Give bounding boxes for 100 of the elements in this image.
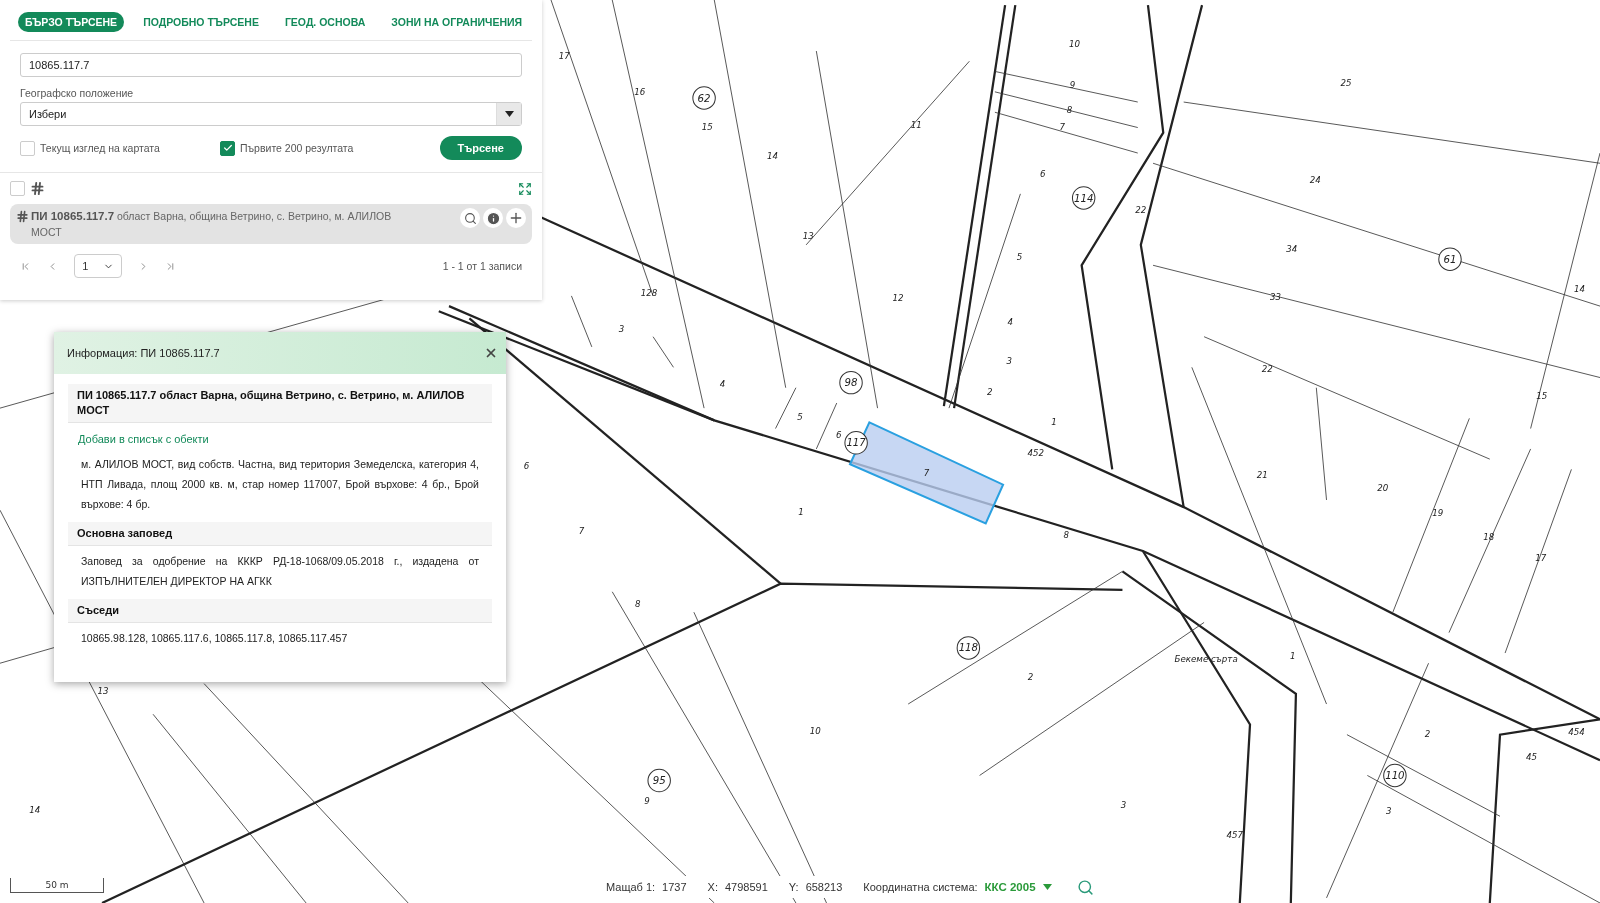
- y-label: Y:: [788, 881, 799, 893]
- parcel-label: 19: [1432, 508, 1444, 519]
- parcel-label: 2: [1424, 728, 1431, 739]
- parcel-label: 9: [1069, 79, 1076, 90]
- checkbox[interactable]: [20, 140, 35, 156]
- scale-bar: 50 m: [10, 878, 104, 893]
- parcel-number-marker: 61: [1438, 247, 1462, 271]
- search-icon[interactable]: [1076, 878, 1094, 896]
- record-count: 1 - 1 от 1 записи: [442, 260, 522, 272]
- dropdown-arrow-icon[interactable]: [1042, 884, 1052, 890]
- crs-label: Координатна система:: [863, 881, 978, 893]
- dropdown-arrow-icon: [504, 111, 514, 117]
- section-title: Съседи: [68, 599, 492, 623]
- parcel-label: 7: [578, 525, 585, 536]
- parcel-label: 17: [558, 51, 570, 62]
- zoom-to-button[interactable]: [460, 208, 480, 228]
- search-button[interactable]: Търсене: [439, 136, 522, 160]
- parcel-label: 1: [1290, 651, 1296, 662]
- checkbox[interactable]: [220, 140, 235, 156]
- checkbox-label: Текущ изглед на картата: [40, 142, 160, 154]
- add-button[interactable]: [506, 208, 526, 228]
- parcel-label: 10: [809, 725, 821, 736]
- y-value: 658213: [805, 881, 843, 893]
- parcel-label: 16: [634, 86, 646, 97]
- parcel-label: 6: [836, 429, 842, 440]
- parcel-label: 452: [1027, 448, 1044, 459]
- parcel-label: 2: [1027, 671, 1034, 682]
- parcel-label: 5: [1016, 252, 1023, 263]
- section-text: 10865.98.128, 10865.117.6, 10865.117.8, 10865.117.457: [80, 631, 349, 646]
- info-button[interactable]: [483, 208, 503, 228]
- select-all-checkbox[interactable]: [10, 181, 25, 196]
- check-icon: [222, 143, 233, 153]
- parcel-label: Бекеме сърта: [1174, 654, 1238, 665]
- parcel-label: 14: [766, 151, 778, 162]
- parcel-label: 6: [523, 461, 530, 472]
- search-tab[interactable]: ГЕОД. ОСНОВА: [277, 12, 373, 32]
- selected-parcel[interactable]: [848, 421, 1005, 525]
- first-page-icon[interactable]: [20, 260, 31, 272]
- parcel-label: 14: [29, 805, 41, 816]
- parcel-label: 3: [618, 323, 625, 334]
- x-label: X:: [707, 881, 718, 893]
- parcel-label: 8: [635, 599, 641, 610]
- parcel-label: 5: [797, 412, 803, 423]
- last-page-icon[interactable]: [165, 260, 176, 272]
- parcel-label: 13: [802, 230, 814, 241]
- search-tab[interactable]: ЗОНИ НА ОГРАНИЧЕНИЯ: [384, 12, 530, 32]
- parcel-number-marker: 117: [844, 431, 868, 455]
- parcel-number-marker: 95: [647, 768, 671, 793]
- parcel-label: 21: [1256, 469, 1268, 480]
- parcel-label: 45: [1526, 752, 1538, 763]
- parcel-label: 4: [719, 378, 726, 389]
- parcel-label: 4: [1007, 317, 1013, 328]
- parcel-label: 1: [798, 507, 804, 518]
- parcel-label: 11: [910, 119, 922, 130]
- parcel-label: 7: [923, 468, 930, 479]
- parcel-label: 22: [1261, 364, 1273, 375]
- grid-icon[interactable]: [30, 181, 45, 196]
- parcel-label: 8: [1066, 105, 1073, 116]
- search-input[interactable]: 10865.117.7: [20, 53, 522, 77]
- parcel-label: 33: [1270, 292, 1281, 302]
- parcel-label: 9: [644, 796, 650, 807]
- page-select[interactable]: 1: [74, 254, 122, 278]
- parcel-label: 3: [1120, 800, 1127, 811]
- parcel-label: 17: [1535, 553, 1547, 564]
- parcel-label: 7: [1059, 121, 1065, 132]
- result-text: ПИ 10865.117.7 област Варна, община Ветрино, с. Ветрино, м. АЛИЛОВ МОСТ: [31, 209, 393, 240]
- parcel-label: 12: [892, 293, 904, 303]
- x-value: 4798591: [725, 881, 768, 893]
- location-select[interactable]: Избери: [20, 102, 522, 126]
- checkbox-label: Първите 200 резултата: [240, 142, 354, 154]
- parcel-label: 10: [1069, 38, 1080, 49]
- parcel-label: 34: [1286, 244, 1298, 254]
- parcel-label: 8: [1063, 529, 1070, 540]
- parcel-label: 3: [1386, 806, 1392, 817]
- parcel-number-marker: 118: [956, 636, 981, 660]
- parcel-heading: ПИ 10865.117.7 област Варна, община Ветрино, с. Ветрино, м. АЛИЛОВ МОСТ: [68, 384, 492, 423]
- parcel-label: 457: [1226, 829, 1243, 840]
- section-title: Основна заповед: [68, 522, 492, 546]
- crs-value[interactable]: ККС 2005: [984, 881, 1036, 893]
- search-icon: [463, 211, 477, 225]
- search-tab[interactable]: ПОДРОБНО ТЪРСЕНЕ: [136, 12, 266, 32]
- parcel-label: 18: [1483, 531, 1495, 542]
- popup-title: Информация: ПИ 10865.117.7: [67, 347, 220, 359]
- zoom-extent-icon[interactable]: [518, 181, 532, 196]
- parcel-label: 20: [1377, 482, 1389, 493]
- parcel-number-marker: 62: [692, 86, 716, 110]
- add-to-list-link[interactable]: Добави в списък с обекти: [68, 423, 492, 449]
- parcel-label: 1: [1051, 417, 1057, 428]
- parcel-label: 128: [640, 287, 658, 298]
- result-item[interactable]: ПИ 10865.117.7 област Варна, община Ветрино, с. Ветрино, м. АЛИЛОВ МОСТ: [10, 204, 532, 244]
- parcel-label: 13: [97, 685, 109, 696]
- scale-value: 1737: [662, 881, 687, 893]
- parcel-number-marker: 110: [1383, 763, 1407, 788]
- parcel-label: 15: [701, 121, 713, 132]
- close-icon[interactable]: [484, 346, 498, 360]
- parcel-label: 15: [1536, 390, 1548, 401]
- section-text: Заповед за одобрение на КККР РД-18-1068/09.05.2018 г., издадена от ИЗПЪЛНИТЕЛЕН ДИРЕКТОР НА АГКК: [80, 554, 480, 589]
- parcel-label: 14: [1574, 283, 1586, 294]
- plus-icon: [508, 210, 524, 226]
- search-tab[interactable]: БЪРЗО ТЪРСЕНЕ: [18, 12, 125, 32]
